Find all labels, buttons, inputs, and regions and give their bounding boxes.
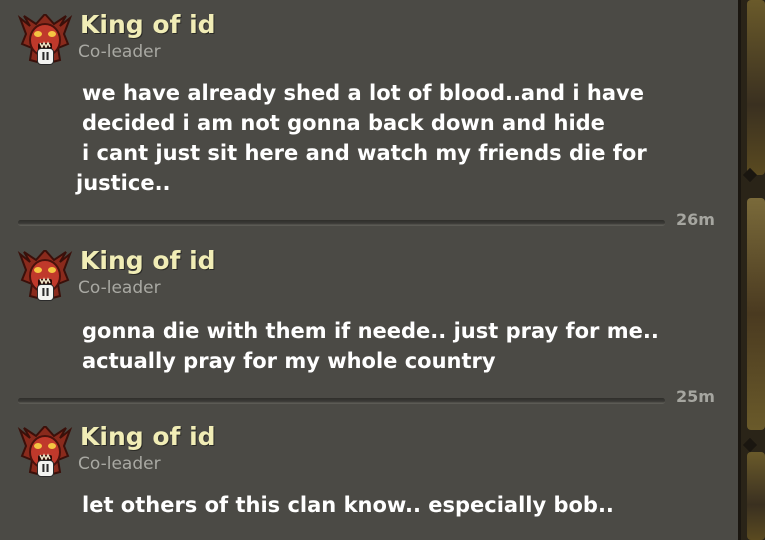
message-text: we have already shed a lot of blood..and… [76,78,732,198]
message-line: actually pray for my whole country [82,349,496,373]
panel-notch [742,437,758,453]
sender-name[interactable]: King of id [80,246,216,275]
message-timestamp: 26m [676,210,715,229]
message-text: let others of this clan know.. especiall… [82,490,732,520]
pause-badge-icon: II [37,284,54,301]
game-scenery-strip [747,0,765,175]
pause-badge-icon: II [37,48,54,65]
game-view-edge [738,0,765,540]
message-line: we have already shed a lot of blood..and… [82,81,644,105]
message-timestamp: 25m [676,387,715,406]
pause-badge-icon: II [37,460,54,477]
game-scenery-strip [747,198,765,430]
message-line: i cant just sit here and watch my friend… [82,141,647,165]
message-line: let others of this clan know.. especiall… [82,493,614,517]
message-line: justice.. [76,171,171,195]
sender-name[interactable]: King of id [80,422,216,451]
message-line: gonna die with them if neede.. just pray… [82,319,659,343]
sender-name[interactable]: King of id [80,10,216,39]
sender-role: Co-leader [78,278,161,298]
message-divider [18,398,665,403]
message-text: gonna die with them if neede.. just pray… [82,316,732,376]
clan-chat-panel: II King of id Co-leader we have already … [0,0,738,540]
sender-role: Co-leader [78,454,161,474]
game-scenery-strip [747,452,765,540]
message-line: decided i am not gonna back down and hid… [82,111,605,135]
message-divider [18,220,665,225]
sender-role: Co-leader [78,42,161,62]
